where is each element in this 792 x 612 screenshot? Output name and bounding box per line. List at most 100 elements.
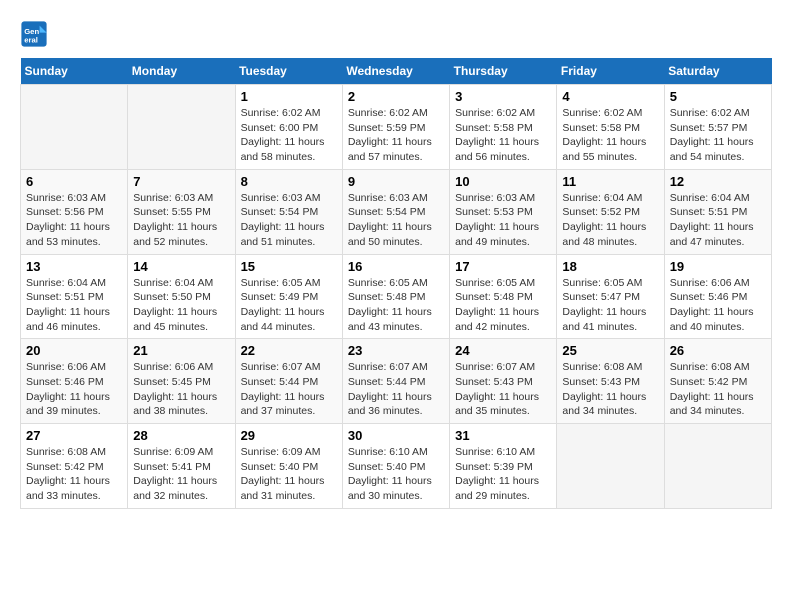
day-cell: 16 Sunrise: 6:05 AM Sunset: 5:48 PM Dayli… (342, 254, 449, 339)
day-info: Sunrise: 6:02 AM Sunset: 6:00 PM Dayligh… (241, 106, 337, 165)
day-info: Sunrise: 6:03 AM Sunset: 5:53 PM Dayligh… (455, 191, 551, 250)
day-info: Sunrise: 6:10 AM Sunset: 5:40 PM Dayligh… (348, 445, 444, 504)
header-day-friday: Friday (557, 58, 664, 85)
day-info: Sunrise: 6:04 AM Sunset: 5:50 PM Dayligh… (133, 276, 229, 335)
day-cell: 18 Sunrise: 6:05 AM Sunset: 5:47 PM Dayli… (557, 254, 664, 339)
day-cell: 26Sunrise: 6:08 AM Sunset: 5:42 PM Dayli… (664, 339, 771, 424)
day-info: Sunrise: 6:02 AM Sunset: 5:58 PM Dayligh… (562, 106, 658, 165)
day-cell: 15 Sunrise: 6:05 AM Sunset: 5:49 PM Dayli… (235, 254, 342, 339)
day-cell: 29 Sunrise: 6:09 AM Sunset: 5:40 PM Dayli… (235, 424, 342, 509)
day-cell: 11 Sunrise: 6:04 AM Sunset: 5:52 PM Dayli… (557, 169, 664, 254)
day-info: Sunrise: 6:07 AM Sunset: 5:44 PM Dayligh… (348, 360, 444, 419)
day-number: 21 (133, 343, 229, 358)
day-cell: 8Sunrise: 6:03 AM Sunset: 5:54 PM Daylig… (235, 169, 342, 254)
calendar-header: SundayMondayTuesdayWednesdayThursdayFrid… (21, 58, 772, 85)
day-number: 19 (670, 259, 766, 274)
day-info: Sunrise: 6:04 AM Sunset: 5:51 PM Dayligh… (670, 191, 766, 250)
header-day-thursday: Thursday (450, 58, 557, 85)
day-cell: 13Sunrise: 6:04 AM Sunset: 5:51 PM Dayli… (21, 254, 128, 339)
day-cell: 19 Sunrise: 6:06 AM Sunset: 5:46 PM Dayli… (664, 254, 771, 339)
day-info: Sunrise: 6:03 AM Sunset: 5:54 PM Dayligh… (348, 191, 444, 250)
day-number: 26 (670, 343, 766, 358)
day-number: 29 (241, 428, 337, 443)
day-cell: 10 Sunrise: 6:03 AM Sunset: 5:53 PM Dayli… (450, 169, 557, 254)
day-cell: 4Sunrise: 6:02 AM Sunset: 5:58 PM Daylig… (557, 85, 664, 170)
day-cell: 6 Sunrise: 6:03 AM Sunset: 5:56 PM Daylig… (21, 169, 128, 254)
day-cell: 27 Sunrise: 6:08 AM Sunset: 5:42 PM Dayli… (21, 424, 128, 509)
day-number: 18 (562, 259, 658, 274)
day-cell: 9 Sunrise: 6:03 AM Sunset: 5:54 PM Daylig… (342, 169, 449, 254)
day-cell: 12 Sunrise: 6:04 AM Sunset: 5:51 PM Dayli… (664, 169, 771, 254)
day-number: 23 (348, 343, 444, 358)
day-cell: 23 Sunrise: 6:07 AM Sunset: 5:44 PM Dayli… (342, 339, 449, 424)
header-day-saturday: Saturday (664, 58, 771, 85)
day-number: 12 (670, 174, 766, 189)
logo-icon: Gen eral (20, 20, 48, 48)
day-number: 14 (133, 259, 229, 274)
header: Gen eral (20, 20, 772, 48)
day-cell: 31 Sunrise: 6:10 AM Sunset: 5:39 PM Dayli… (450, 424, 557, 509)
day-info: Sunrise: 6:06 AM Sunset: 5:45 PM Dayligh… (133, 360, 229, 419)
day-info: Sunrise: 6:03 AM Sunset: 5:56 PM Dayligh… (26, 191, 122, 250)
day-number: 30 (348, 428, 444, 443)
day-number: 16 (348, 259, 444, 274)
day-number: 9 (348, 174, 444, 189)
day-info: Sunrise: 6:03 AM Sunset: 5:54 PM Dayligh… (241, 191, 337, 250)
day-info: Sunrise: 6:05 AM Sunset: 5:48 PM Dayligh… (455, 276, 551, 335)
header-day-sunday: Sunday (21, 58, 128, 85)
week-row-1: 1 Sunrise: 6:02 AM Sunset: 6:00 PM Daylig… (21, 85, 772, 170)
day-cell: 28 Sunrise: 6:09 AM Sunset: 5:41 PM Dayli… (128, 424, 235, 509)
day-number: 7 (133, 174, 229, 189)
day-number: 2 (348, 89, 444, 104)
day-cell: 22Sunrise: 6:07 AM Sunset: 5:44 PM Dayli… (235, 339, 342, 424)
day-info: Sunrise: 6:04 AM Sunset: 5:51 PM Dayligh… (26, 276, 122, 335)
day-number: 25 (562, 343, 658, 358)
header-day-wednesday: Wednesday (342, 58, 449, 85)
day-info: Sunrise: 6:02 AM Sunset: 5:57 PM Dayligh… (670, 106, 766, 165)
week-row-4: 20 Sunrise: 6:06 AM Sunset: 5:46 PM Dayli… (21, 339, 772, 424)
day-info: Sunrise: 6:08 AM Sunset: 5:42 PM Dayligh… (26, 445, 122, 504)
day-info: Sunrise: 6:05 AM Sunset: 5:49 PM Dayligh… (241, 276, 337, 335)
logo: Gen eral (20, 20, 52, 48)
day-info: Sunrise: 6:06 AM Sunset: 5:46 PM Dayligh… (26, 360, 122, 419)
day-info: Sunrise: 6:03 AM Sunset: 5:55 PM Dayligh… (133, 191, 229, 250)
day-cell (557, 424, 664, 509)
header-day-tuesday: Tuesday (235, 58, 342, 85)
day-info: Sunrise: 6:10 AM Sunset: 5:39 PM Dayligh… (455, 445, 551, 504)
calendar-table: SundayMondayTuesdayWednesdayThursdayFrid… (20, 58, 772, 509)
day-info: Sunrise: 6:09 AM Sunset: 5:41 PM Dayligh… (133, 445, 229, 504)
day-number: 28 (133, 428, 229, 443)
day-info: Sunrise: 6:05 AM Sunset: 5:48 PM Dayligh… (348, 276, 444, 335)
day-number: 1 (241, 89, 337, 104)
calendar-body: 1 Sunrise: 6:02 AM Sunset: 6:00 PM Daylig… (21, 85, 772, 509)
day-cell: 30 Sunrise: 6:10 AM Sunset: 5:40 PM Dayli… (342, 424, 449, 509)
day-number: 6 (26, 174, 122, 189)
day-number: 5 (670, 89, 766, 104)
day-cell: 20 Sunrise: 6:06 AM Sunset: 5:46 PM Dayli… (21, 339, 128, 424)
header-day-monday: Monday (128, 58, 235, 85)
day-cell: 14 Sunrise: 6:04 AM Sunset: 5:50 PM Dayli… (128, 254, 235, 339)
day-cell: 2Sunrise: 6:02 AM Sunset: 5:59 PM Daylig… (342, 85, 449, 170)
day-cell: 21 Sunrise: 6:06 AM Sunset: 5:45 PM Dayli… (128, 339, 235, 424)
day-info: Sunrise: 6:09 AM Sunset: 5:40 PM Dayligh… (241, 445, 337, 504)
day-number: 20 (26, 343, 122, 358)
week-row-5: 27 Sunrise: 6:08 AM Sunset: 5:42 PM Dayli… (21, 424, 772, 509)
header-row: SundayMondayTuesdayWednesdayThursdayFrid… (21, 58, 772, 85)
day-cell (128, 85, 235, 170)
day-cell: 1 Sunrise: 6:02 AM Sunset: 6:00 PM Daylig… (235, 85, 342, 170)
day-number: 10 (455, 174, 551, 189)
day-cell: 24Sunrise: 6:07 AM Sunset: 5:43 PM Dayli… (450, 339, 557, 424)
day-cell: 7 Sunrise: 6:03 AM Sunset: 5:55 PM Daylig… (128, 169, 235, 254)
day-number: 15 (241, 259, 337, 274)
day-number: 31 (455, 428, 551, 443)
day-number: 11 (562, 174, 658, 189)
day-number: 27 (26, 428, 122, 443)
day-info: Sunrise: 6:04 AM Sunset: 5:52 PM Dayligh… (562, 191, 658, 250)
day-cell (664, 424, 771, 509)
day-info: Sunrise: 6:07 AM Sunset: 5:44 PM Dayligh… (241, 360, 337, 419)
day-info: Sunrise: 6:05 AM Sunset: 5:47 PM Dayligh… (562, 276, 658, 335)
day-number: 24 (455, 343, 551, 358)
day-info: Sunrise: 6:06 AM Sunset: 5:46 PM Dayligh… (670, 276, 766, 335)
day-number: 3 (455, 89, 551, 104)
day-cell (21, 85, 128, 170)
